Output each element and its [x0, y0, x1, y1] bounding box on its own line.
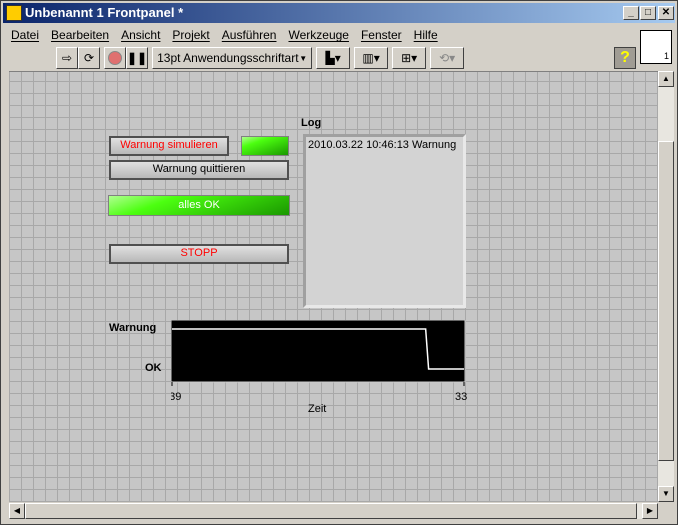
menu-ausfuehren[interactable]: Ausführen — [216, 25, 283, 45]
align-objects-icon[interactable]: ▙▾ — [316, 47, 351, 69]
front-panel-canvas: Warnung simulieren Warnung quittieren al… — [9, 71, 658, 502]
scroll-right-icon[interactable]: ▶ — [642, 503, 658, 519]
window: Unbenannt 1 Frontpanel * _ □ ✕ Datei Bea… — [0, 0, 678, 525]
warning-led — [241, 136, 289, 156]
warnung-quittieren-button[interactable]: Warnung quittieren — [109, 160, 289, 180]
run-arrow-icon[interactable]: ⇨ — [56, 47, 78, 69]
maximize-button[interactable]: □ — [640, 6, 656, 20]
waveform-chart: 239 33' — [171, 320, 467, 403]
title-bar: Unbenannt 1 Frontpanel * _ □ ✕ — [3, 3, 675, 23]
y-tick-warnung: Warnung — [109, 322, 157, 334]
menu-werkzeuge[interactable]: Werkzeuge — [282, 25, 354, 45]
horizontal-scrollbar[interactable]: ◀ ▶ — [9, 503, 658, 519]
x-tick-start: 239 — [171, 391, 181, 403]
window-title: Unbenannt 1 Frontpanel * — [25, 5, 184, 20]
abort-icon[interactable] — [104, 47, 126, 69]
status-indicator: alles OK — [108, 195, 290, 216]
reorder-icon[interactable]: ⟲▾ — [430, 47, 465, 69]
x-axis-label: Zeit — [308, 403, 327, 415]
menu-fenster[interactable]: Fenster — [355, 25, 408, 45]
stopp-button[interactable]: STOPP — [109, 244, 289, 264]
labview-icon — [6, 5, 22, 21]
menu-bearbeiten[interactable]: Bearbeiten — [45, 25, 115, 45]
menu-projekt[interactable]: Projekt — [166, 25, 215, 45]
menu-hilfe[interactable]: Hilfe — [408, 25, 444, 45]
horizontal-scroll-thumb[interactable] — [25, 503, 637, 519]
vertical-scrollbar[interactable]: ▲ ▼ — [658, 71, 674, 502]
warnung-simulieren-button[interactable]: Warnung simulieren — [109, 136, 229, 156]
vertical-scroll-thumb[interactable] — [658, 141, 674, 461]
font-select-value: 13pt Anwendungsschriftart — [157, 51, 299, 65]
toolbar: ⇨ ⟳ ❚❚ 13pt Anwendungsschriftart ▼ ▙▾ ▥▾ … — [56, 46, 465, 70]
run-continuously-icon[interactable]: ⟳ — [78, 47, 100, 69]
x-tick-end: 33' — [455, 391, 467, 403]
menu-ansicht[interactable]: Ansicht — [115, 25, 166, 45]
y-tick-ok: OK — [145, 362, 162, 374]
scroll-up-icon[interactable]: ▲ — [658, 71, 674, 87]
log-textbox[interactable]: 2010.03.22 10:46:13 Warnung — [303, 134, 466, 308]
resize-objects-icon[interactable]: ⊞▾ — [392, 47, 427, 69]
menu-datei[interactable]: Datei — [5, 25, 45, 45]
chevron-down-icon: ▼ — [299, 53, 308, 63]
log-label: Log — [301, 117, 322, 129]
scroll-down-icon[interactable]: ▼ — [658, 486, 674, 502]
scroll-left-icon[interactable]: ◀ — [9, 503, 25, 519]
minimize-button[interactable]: _ — [623, 6, 639, 20]
font-select[interactable]: 13pt Anwendungsschriftart ▼ — [152, 47, 313, 69]
vi-icon: 1 — [640, 30, 672, 64]
help-button[interactable]: ? — [614, 47, 636, 69]
close-button[interactable]: ✕ — [658, 6, 674, 20]
menu-bar: Datei Bearbeiten Ansicht Projekt Ausführ… — [5, 25, 444, 45]
distribute-objects-icon[interactable]: ▥▾ — [354, 47, 389, 69]
pause-icon[interactable]: ❚❚ — [126, 47, 149, 69]
